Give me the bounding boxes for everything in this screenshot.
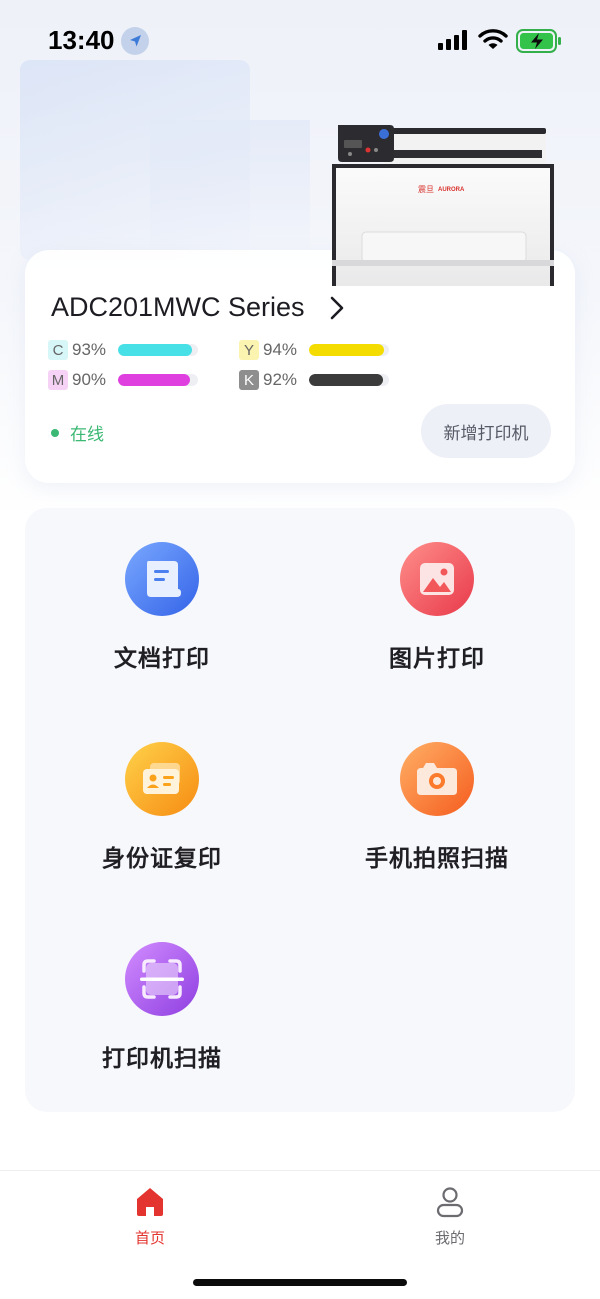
ink-fill-magenta — [118, 374, 190, 386]
background-decoration — [150, 120, 310, 260]
image-icon — [400, 542, 474, 616]
ink-level-cyan: C 93% — [48, 338, 198, 362]
ink-percent-magenta: 90% — [72, 370, 107, 389]
function-label: 文档打印 — [114, 646, 210, 672]
tab-mine[interactable]: 我的 — [400, 1185, 500, 1248]
ink-badge-black: K — [239, 370, 259, 390]
ink-bar-yellow — [309, 344, 389, 356]
ink-percent-cyan: 93% — [72, 340, 107, 359]
printer-image: 震旦 AURORA — [332, 125, 554, 286]
function-label: 图片打印 — [389, 646, 485, 672]
ink-bar-cyan — [118, 344, 198, 356]
camera-icon — [400, 742, 474, 816]
ink-percent-yellow: 94% — [263, 340, 298, 359]
ink-bar-black — [309, 374, 389, 386]
document-icon — [125, 542, 199, 616]
ink-badge-cyan: C — [48, 340, 68, 360]
printer-name[interactable]: ADC201MWC Series — [51, 292, 305, 323]
ink-badge-magenta: M — [48, 370, 68, 390]
home-icon — [137, 1188, 163, 1216]
ink-fill-black — [309, 374, 383, 386]
tab-home[interactable]: 首页 — [100, 1185, 200, 1248]
add-printer-button[interactable]: 新增打印机 — [421, 404, 551, 458]
battery-charging-icon — [516, 29, 561, 53]
printer-status: 在线 — [51, 420, 104, 445]
document-print-button[interactable]: 文档打印 — [42, 541, 282, 691]
function-label: 手机拍照扫描 — [365, 846, 509, 872]
printer-scan-button[interactable]: 打印机扫描 — [42, 941, 282, 1091]
ink-level-black: K 92% — [239, 368, 389, 392]
function-label: 身份证复印 — [102, 846, 222, 872]
scan-icon — [125, 942, 199, 1016]
ink-bar-magenta — [118, 374, 198, 386]
ink-badge-yellow: Y — [239, 340, 259, 360]
home-indicator — [193, 1279, 407, 1286]
ink-level-magenta: M 90% — [48, 368, 198, 392]
phone-photo-scan-button[interactable]: 手机拍照扫描 — [317, 741, 557, 891]
printer-status-text: 在线 — [70, 425, 104, 445]
brand-logo: 震旦 — [418, 185, 434, 194]
status-time: 13:40 — [48, 25, 115, 55]
image-print-button[interactable]: 图片打印 — [317, 541, 557, 691]
location-arrow-icon — [121, 27, 149, 55]
chevron-right-icon[interactable] — [328, 295, 346, 321]
ink-fill-yellow — [309, 344, 385, 356]
id-card-copy-button[interactable]: 身份证复印 — [42, 741, 282, 891]
wifi-icon — [478, 29, 508, 49]
function-label: 打印机扫描 — [102, 1046, 222, 1072]
user-icon — [436, 1187, 464, 1218]
id-card-icon — [125, 742, 199, 816]
function-panel: 文档打印 图片打印 身份证复印 手机拍照扫描 打印机扫描 — [25, 508, 575, 1112]
tab-label-home: 首页 — [134, 1229, 165, 1247]
ink-fill-cyan — [118, 344, 193, 356]
ink-level-yellow: Y 94% — [239, 338, 389, 362]
online-dot-icon — [51, 428, 59, 437]
ink-percent-black: 92% — [263, 370, 298, 389]
tab-label-mine: 我的 — [434, 1229, 465, 1247]
status-bar: 13:40 — [0, 0, 600, 80]
signal-icon — [438, 30, 467, 50]
svg-text:AURORA: AURORA — [438, 187, 465, 193]
